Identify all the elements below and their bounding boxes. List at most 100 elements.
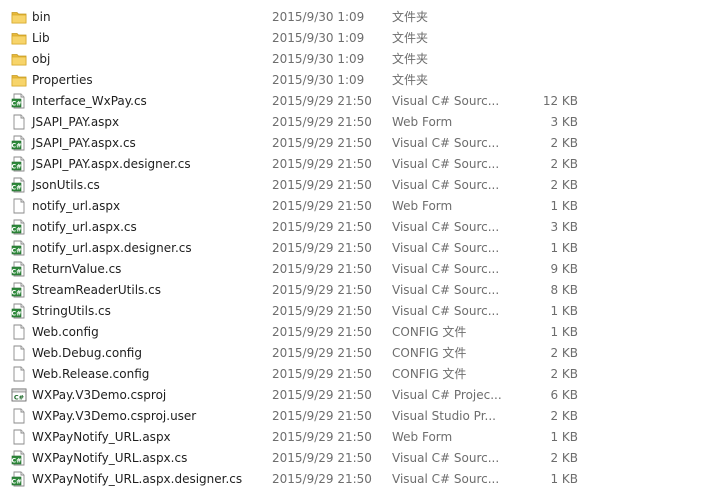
file-type: Visual C# Sourc... [392,472,500,486]
file-size: 2 KB [550,367,578,381]
file-size: 2 KB [550,409,578,423]
file-type: Visual Studio Pr... [392,409,496,423]
file-date-modified: 2015/9/30 1:09 [272,73,365,87]
file-date-modified: 2015/9/29 21:50 [272,409,372,423]
file-type: Visual C# Sourc... [392,136,500,150]
file-row[interactable]: Web.Debug.config 2015/9/29 21:50 CONFIG 文件… [0,343,720,364]
file-date-modified: 2015/9/29 21:50 [272,262,372,276]
file-row[interactable]: Web.Release.config 2015/9/29 21:50 CONFIG … [0,364,720,385]
file-row[interactable]: C# notify_url.aspx.cs 2015/9/29 21:50 Visua… [0,217,720,238]
file-row[interactable]: WXPayNotify_URL.aspx 2015/9/29 21:50 Web F… [0,427,720,448]
folder-icon [11,9,27,25]
svg-text:C#: C# [11,268,21,276]
csharp-file-icon: C# [11,177,27,193]
file-row[interactable]: Web.config 2015/9/29 21:50 CONFIG 文件 1 KB [0,322,720,343]
file-size: 1 KB [550,304,578,318]
document-file-icon [11,429,27,445]
svg-text:C#: C# [11,184,21,192]
file-size: 1 KB [550,241,578,255]
folder-icon [11,30,27,46]
file-type: Visual C# Sourc... [392,94,500,108]
csharp-file-icon: C# [11,450,27,466]
file-row[interactable]: notify_url.aspx 2015/9/29 21:50 Web Form 1 … [0,196,720,217]
file-row[interactable]: C# ReturnValue.cs 2015/9/29 21:50 Visual C#… [0,259,720,280]
file-date-modified: 2015/9/29 21:50 [272,115,372,129]
file-size: 12 KB [542,94,578,108]
file-row[interactable]: bin 2015/9/30 1:09 文件夹 [0,7,720,28]
svg-text:C#: C# [11,310,21,318]
file-name: Web.Release.config [32,367,150,381]
file-row[interactable]: C# WXPay.V3Demo.csproj 2015/9/29 21:50 Visu… [0,385,720,406]
svg-text:C#: C# [11,478,21,486]
file-list: bin 2015/9/30 1:09 文件夹 Lib 2015/9/30 1:09 文件夹… [0,0,720,493]
csharp-file-icon: C# [11,219,27,235]
file-size [490,7,578,28]
file-type: Visual C# Sourc... [392,262,500,276]
file-row[interactable]: obj 2015/9/30 1:09 文件夹 [0,49,720,70]
file-row[interactable]: Lib 2015/9/30 1:09 文件夹 [0,28,720,49]
file-size [490,70,578,91]
file-type: Web Form [392,430,453,444]
csharp-file-icon: C# [11,135,27,151]
file-type: Visual C# Sourc... [392,220,500,234]
file-size: 3 KB [550,115,578,129]
file-row[interactable]: Properties 2015/9/30 1:09 文件夹 [0,70,720,91]
file-name: StringUtils.cs [32,304,111,318]
file-size: 9 KB [550,262,578,276]
file-date-modified: 2015/9/29 21:50 [272,346,372,360]
file-size: 2 KB [550,157,578,171]
file-name: StreamReaderUtils.cs [32,283,161,297]
file-type: Visual C# Sourc... [392,178,500,192]
file-row[interactable]: C# StringUtils.cs 2015/9/29 21:50 Visual C#… [0,301,720,322]
file-row[interactable]: C# StreamReaderUtils.cs 2015/9/29 21:50 Vis… [0,280,720,301]
csharp-file-icon: C# [11,240,27,256]
file-row[interactable]: JSAPI_PAY.aspx 2015/9/29 21:50 Web Form 3 K… [0,112,720,133]
file-size: 2 KB [550,451,578,465]
file-type: Web Form [392,199,453,213]
file-row[interactable]: C# notify_url.aspx.designer.cs 2015/9/29 2… [0,238,720,259]
svg-text:C#: C# [11,163,21,171]
file-type: 文件夹 [392,10,429,24]
document-file-icon [11,366,27,382]
file-type: Visual C# Sourc... [392,451,500,465]
file-name: WXPayNotify_URL.aspx.designer.cs [32,472,243,486]
document-file-icon [11,324,27,340]
file-row[interactable]: C# JSAPI_PAY.aspx.cs 2015/9/29 21:50 Visual… [0,133,720,154]
file-date-modified: 2015/9/29 21:50 [272,430,372,444]
file-name: obj [32,52,51,66]
file-type: 文件夹 [392,52,429,66]
file-name: notify_url.aspx.cs [32,220,137,234]
file-row[interactable]: WXPay.V3Demo.csproj.user 2015/9/29 21:50 V… [0,406,720,427]
file-date-modified: 2015/9/29 21:50 [272,451,372,465]
file-date-modified: 2015/9/29 21:50 [272,472,372,486]
file-date-modified: 2015/9/29 21:50 [272,283,372,297]
svg-text:C#: C# [11,100,21,108]
document-file-icon [11,408,27,424]
folder-icon [11,51,27,67]
file-size: 2 KB [550,346,578,360]
file-size: 2 KB [550,136,578,150]
file-type: Web Form [392,115,453,129]
svg-text:C#: C# [11,142,21,150]
csharp-file-icon: C# [11,93,27,109]
file-row[interactable]: C# JsonUtils.cs 2015/9/29 21:50 Visual C# S… [0,175,720,196]
file-date-modified: 2015/9/29 21:50 [272,94,372,108]
file-name: WXPayNotify_URL.aspx.cs [32,451,188,465]
file-row[interactable]: C# JSAPI_PAY.aspx.designer.cs 2015/9/29 21… [0,154,720,175]
csharp-file-icon: C# [11,303,27,319]
svg-text:C#: C# [11,457,21,465]
file-date-modified: 2015/9/29 21:50 [272,199,372,213]
file-row[interactable]: C# WXPayNotify_URL.aspx.cs 2015/9/29 21:50… [0,448,720,469]
file-type: Visual C# Sourc... [392,241,500,255]
file-row[interactable]: C# WXPayNotify_URL.aspx.designer.cs 2015/9… [0,469,720,490]
document-file-icon [11,198,27,214]
file-size: 1 KB [550,325,578,339]
csproj-file-icon: C# [11,387,27,403]
file-name: Web.Debug.config [32,346,142,360]
file-row[interactable]: C# Interface_WxPay.cs 2015/9/29 21:50 Visua… [0,91,720,112]
file-date-modified: 2015/9/29 21:50 [272,157,372,171]
file-date-modified: 2015/9/29 21:50 [272,388,372,402]
file-name: JsonUtils.cs [32,178,100,192]
file-name: Web.config [32,325,99,339]
file-type: Visual C# Sourc... [392,157,500,171]
